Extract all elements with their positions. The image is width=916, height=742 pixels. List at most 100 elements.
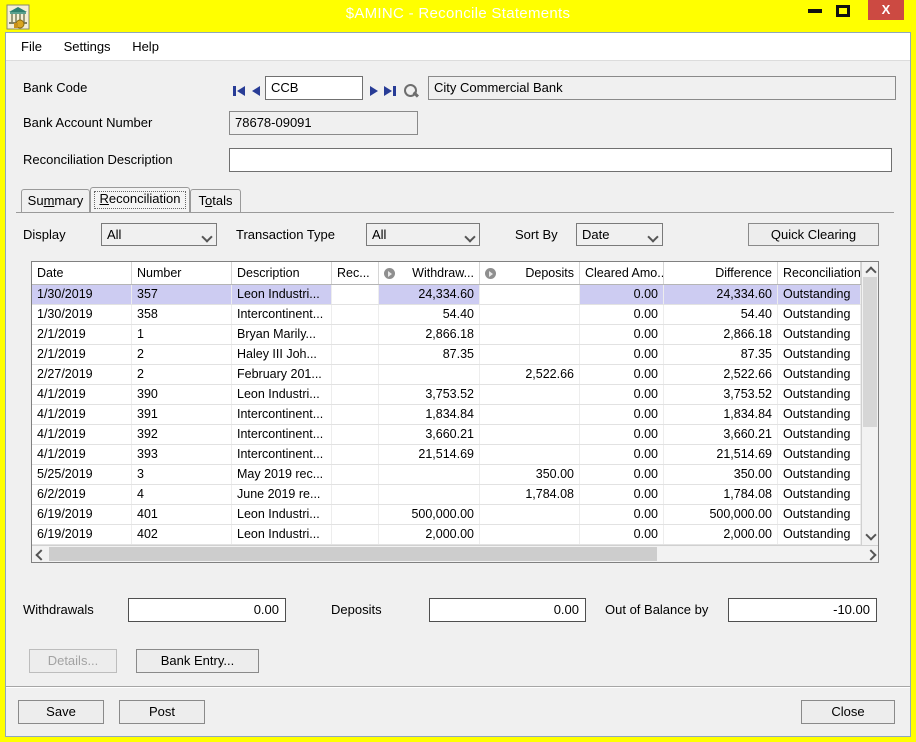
quick-clearing-button[interactable]: Quick Clearing <box>748 223 879 246</box>
column-header-number[interactable]: Number <box>132 262 232 284</box>
cell[interactable] <box>480 405 580 424</box>
sort-by-dropdown[interactable]: Date <box>576 223 663 246</box>
cell[interactable] <box>379 365 480 384</box>
cell[interactable]: 2/27/2019 <box>32 365 132 384</box>
cell[interactable]: Outstanding <box>778 485 861 504</box>
cell[interactable] <box>480 425 580 444</box>
table-row[interactable]: 5/25/20193May 2019 rec...350.000.00350.0… <box>32 465 861 485</box>
cell[interactable]: Intercontinent... <box>232 425 332 444</box>
cell[interactable]: 391 <box>132 405 232 424</box>
bank-entry-button[interactable]: Bank Entry... <box>136 649 259 673</box>
minimize-button[interactable] <box>808 9 822 13</box>
cell[interactable]: 6/19/2019 <box>32 505 132 524</box>
table-row[interactable]: 1/30/2019357Leon Industri...24,334.600.0… <box>32 285 861 305</box>
cell[interactable] <box>480 525 580 544</box>
cell[interactable]: Haley III Joh... <box>232 345 332 364</box>
cell[interactable]: Outstanding <box>778 505 861 524</box>
cell[interactable] <box>480 505 580 524</box>
scroll-left-icon[interactable] <box>36 550 44 558</box>
cell[interactable]: 2,522.66 <box>664 365 778 384</box>
magnifier-icon[interactable] <box>403 83 419 99</box>
cell[interactable] <box>332 425 379 444</box>
cell[interactable]: 401 <box>132 505 232 524</box>
cell[interactable] <box>379 465 480 484</box>
cell[interactable]: 2/1/2019 <box>32 325 132 344</box>
cell[interactable]: 402 <box>132 525 232 544</box>
cell[interactable]: 4/1/2019 <box>32 425 132 444</box>
cell[interactable]: 0.00 <box>580 485 664 504</box>
cell[interactable]: 1/30/2019 <box>32 305 132 324</box>
cell[interactable]: May 2019 rec... <box>232 465 332 484</box>
cell[interactable]: 6/2/2019 <box>32 485 132 504</box>
cell[interactable]: Outstanding <box>778 385 861 404</box>
cell[interactable]: Outstanding <box>778 425 861 444</box>
recon-description-input[interactable] <box>229 148 892 172</box>
cell[interactable]: Outstanding <box>778 445 861 464</box>
transaction-type-dropdown[interactable]: All <box>366 223 480 246</box>
vertical-scrollbar[interactable] <box>861 262 878 545</box>
horizontal-scrollbar[interactable] <box>32 545 878 562</box>
column-header-cleared-amount[interactable]: Cleared Amo... <box>580 262 664 284</box>
cell[interactable]: 0.00 <box>580 385 664 404</box>
cell[interactable]: 4 <box>132 485 232 504</box>
cell[interactable]: 0.00 <box>580 425 664 444</box>
cell[interactable]: Intercontinent... <box>232 405 332 424</box>
cell[interactable]: 6/19/2019 <box>32 525 132 544</box>
cell[interactable]: 3 <box>132 465 232 484</box>
scroll-up-icon[interactable] <box>866 267 874 275</box>
cell[interactable]: 1 <box>132 325 232 344</box>
cell[interactable] <box>480 305 580 324</box>
cell[interactable]: 0.00 <box>580 525 664 544</box>
column-header-withdrawals[interactable]: Withdraw... <box>379 262 480 284</box>
table-row[interactable]: 6/19/2019402Leon Industri...2,000.000.00… <box>32 525 861 545</box>
column-header-deposits[interactable]: Deposits <box>480 262 580 284</box>
cell[interactable] <box>379 485 480 504</box>
cell[interactable]: 87.35 <box>379 345 480 364</box>
cell[interactable]: 4/1/2019 <box>32 385 132 404</box>
cell[interactable]: 5/25/2019 <box>32 465 132 484</box>
cell[interactable]: 0.00 <box>580 505 664 524</box>
cell[interactable] <box>332 305 379 324</box>
cell[interactable] <box>480 385 580 404</box>
cell[interactable]: 1,834.84 <box>379 405 480 424</box>
tab-summary[interactable]: Summary <box>21 189 90 212</box>
cell[interactable] <box>332 365 379 384</box>
cell[interactable]: 0.00 <box>580 465 664 484</box>
table-row[interactable]: 4/1/2019392Intercontinent...3,660.210.00… <box>32 425 861 445</box>
table-row[interactable]: 2/1/20191Bryan Marily...2,866.180.002,86… <box>32 325 861 345</box>
cell[interactable]: Outstanding <box>778 305 861 324</box>
last-record-icon[interactable] <box>384 81 396 101</box>
cell[interactable]: 2,866.18 <box>379 325 480 344</box>
cell[interactable]: June 2019 re... <box>232 485 332 504</box>
table-row[interactable]: 6/2/20194June 2019 re...1,784.080.001,78… <box>32 485 861 505</box>
cell[interactable]: Outstanding <box>778 465 861 484</box>
cell[interactable] <box>480 445 580 464</box>
cell[interactable]: 3,660.21 <box>664 425 778 444</box>
cell[interactable]: 3,660.21 <box>379 425 480 444</box>
cell[interactable]: 350.00 <box>664 465 778 484</box>
cell[interactable]: 1,784.08 <box>480 485 580 504</box>
cell[interactable]: 2 <box>132 345 232 364</box>
cell[interactable]: Intercontinent... <box>232 445 332 464</box>
cell[interactable]: 21,514.69 <box>664 445 778 464</box>
cell[interactable]: Outstanding <box>778 325 861 344</box>
cell[interactable]: 87.35 <box>664 345 778 364</box>
cell[interactable]: 0.00 <box>580 285 664 304</box>
cell[interactable]: 0.00 <box>580 445 664 464</box>
cell[interactable]: Leon Industri... <box>232 285 332 304</box>
cell[interactable] <box>332 345 379 364</box>
cell[interactable]: 4/1/2019 <box>32 405 132 424</box>
table-row[interactable]: 4/1/2019391Intercontinent...1,834.840.00… <box>32 405 861 425</box>
cell[interactable]: 393 <box>132 445 232 464</box>
cell[interactable] <box>480 325 580 344</box>
tab-totals[interactable]: Totals <box>190 189 241 212</box>
save-button[interactable]: Save <box>18 700 104 724</box>
scroll-down-icon[interactable] <box>866 530 874 538</box>
cell[interactable]: 500,000.00 <box>379 505 480 524</box>
cell[interactable]: Outstanding <box>778 525 861 544</box>
cell[interactable]: Leon Industri... <box>232 385 332 404</box>
table-row[interactable]: 2/1/20192Haley III Joh...87.350.0087.35O… <box>32 345 861 365</box>
cell[interactable]: Outstanding <box>778 365 861 384</box>
first-record-icon[interactable] <box>233 81 245 101</box>
cell[interactable] <box>332 405 379 424</box>
